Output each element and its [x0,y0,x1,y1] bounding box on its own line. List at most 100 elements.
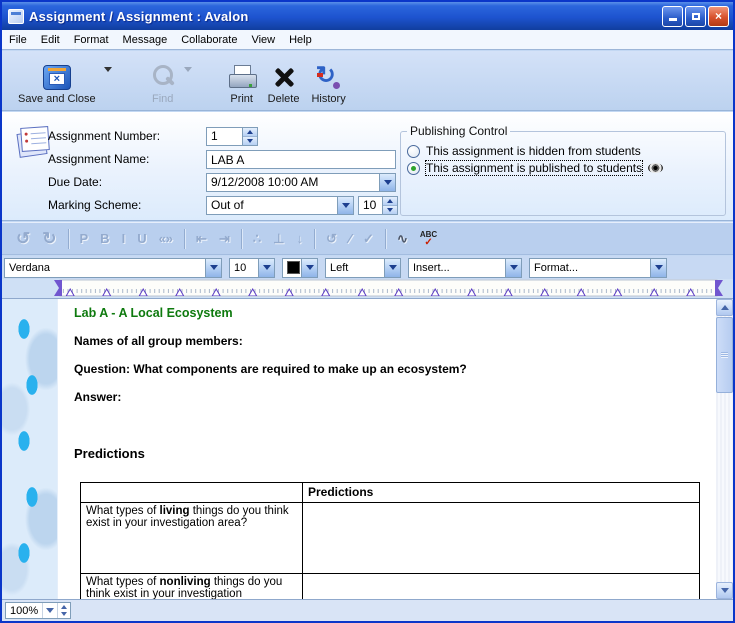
marking-points-spinner[interactable] [382,197,397,214]
hidden-radio-label[interactable]: This assignment is hidden from students [426,144,641,158]
find-icon [150,64,176,90]
living-question-cell: What types of living things do you think… [81,503,303,574]
maximize-button[interactable] [685,6,706,27]
bold-icon: B [94,229,115,248]
save-icon: × [43,65,71,90]
table-corner-cell [81,483,303,503]
window-title: Assignment / Assignment : Avalon [29,9,248,24]
font-family-select[interactable]: Verdana [4,258,222,278]
marking-points-field[interactable]: 10 [358,196,398,215]
due-date-label: Due Date: [48,175,102,189]
zoom-level: 100% [6,605,42,617]
font-toolbar: Verdana 10 Left Insert... Format... [2,256,733,279]
paragraph-icon: P [74,229,95,248]
save-dropdown-caret[interactable] [104,67,112,72]
zoom-spinner[interactable] [57,603,70,618]
spellcheck-icon[interactable]: ABC ✓ [414,230,443,248]
undo-icon: ↺ [10,227,36,251]
history-button[interactable]: ↻ History [305,62,351,107]
font-color-dropdown-button[interactable] [301,259,317,277]
history-icon: ↻ [316,64,342,90]
assignment-number-field[interactable]: 1 [206,127,258,146]
assignment-number-spinner[interactable] [242,128,257,145]
redo-icon: ↻ [36,227,62,251]
print-button[interactable]: Print [222,63,262,107]
scroll-down-button[interactable] [716,582,733,599]
published-option-row[interactable]: This assignment is published to students [407,161,719,175]
document-heading: Lab A - A Local Ecosystem [74,306,233,320]
color-swatch [287,261,300,274]
formatting-toolbar: ↺ ↻ P B I U «» ⇤ ⇥ ∴ ⊥ ↓ ↺ ∕ ✓ ∿ ABC ✓ [2,222,733,255]
quote-icon: «» [153,229,179,248]
format-dropdown-button[interactable] [650,259,666,277]
menu-collaborate[interactable]: Collaborate [174,31,244,49]
delete-button[interactable]: Delete [262,63,306,107]
document-editor[interactable]: Lab A - A Local Ecosystem Names of all g… [2,298,733,599]
outdent-icon: ⇤ [190,229,213,249]
alignment-select[interactable]: Left [325,258,401,278]
find-dropdown-caret [184,67,192,72]
print-icon [228,65,256,90]
alignment-dropdown-button[interactable] [384,259,400,277]
hidden-radio[interactable] [407,145,420,158]
ruler[interactable] [52,279,725,298]
assignment-name-field[interactable] [206,150,396,169]
hidden-option-row[interactable]: This assignment is hidden from students [407,144,719,158]
insert-select[interactable]: Insert... [408,258,522,278]
scrollbar-thumb[interactable] [716,317,733,393]
signature-icon[interactable]: ∿ [391,229,414,249]
assignment-name-input[interactable] [211,153,395,167]
close-button[interactable]: × [708,6,729,27]
assignment-number-label: Assignment Number: [48,129,160,143]
assignment-icon [14,125,52,161]
publishing-control-group: Publishing Control This assignment is hi… [400,124,726,216]
menu-message[interactable]: Message [116,31,175,49]
zoom-control[interactable]: 100% [5,602,71,619]
indent-icon: ⇥ [213,229,236,249]
underline-icon: U [131,229,152,248]
vertical-scrollbar[interactable] [716,299,733,599]
due-date-dropdown-button[interactable] [379,174,395,191]
scroll-up-button[interactable] [716,299,733,316]
application-window: Assignment / Assignment : Avalon × File … [0,0,735,623]
menu-file[interactable]: File [2,31,34,49]
published-radio-label[interactable]: This assignment is published to students [426,161,642,175]
font-size-dropdown-button[interactable] [258,259,274,277]
marking-scheme-dropdown-button[interactable] [337,197,353,214]
menu-edit[interactable]: Edit [34,31,67,49]
save-and-close-button[interactable]: × Save and Close [12,63,102,107]
menu-bar: File Edit Format Message Collaborate Vie… [2,30,733,50]
check-icon: ✓ [357,229,380,249]
names-line: Names of all group members: [74,334,243,348]
tab-stop-icon: ⊥ [267,229,290,249]
menu-view[interactable]: View [244,31,282,49]
font-color-select[interactable] [282,258,318,278]
font-size-select[interactable]: 10 [229,258,275,278]
predictions-table: Predictions What types of living things … [80,482,700,599]
published-radio[interactable] [407,162,420,175]
insert-dropdown-button[interactable] [505,259,521,277]
zoom-dropdown-button[interactable] [42,603,57,618]
title-bar: Assignment / Assignment : Avalon × [2,2,733,30]
question-line: Question: What components are required t… [74,362,467,376]
font-family-dropdown-button[interactable] [205,259,221,277]
format-select[interactable]: Format... [529,258,667,278]
predictions-heading: Predictions [74,446,145,461]
menu-format[interactable]: Format [67,31,116,49]
status-bar: 100% [2,599,733,621]
table-row: What types of living things do you think… [81,503,700,574]
ruler-bar [2,279,733,298]
italic-icon: I [116,229,132,248]
rotate-icon: ↺ [320,229,343,249]
marking-scheme-combobox[interactable]: Out of [206,196,354,215]
due-date-combobox[interactable]: 9/12/2008 10:00 AM [206,173,396,192]
notebook-margin-decoration [2,299,58,599]
living-answer-cell[interactable] [303,503,700,574]
marking-scheme-label: Marking Scheme: [48,198,141,212]
menu-help[interactable]: Help [282,31,319,49]
find-button: Find [144,62,182,107]
delete-icon [272,65,296,90]
minimize-button[interactable] [662,6,683,27]
nonliving-answer-cell[interactable] [303,574,700,600]
predictions-column-header: Predictions [303,483,700,503]
